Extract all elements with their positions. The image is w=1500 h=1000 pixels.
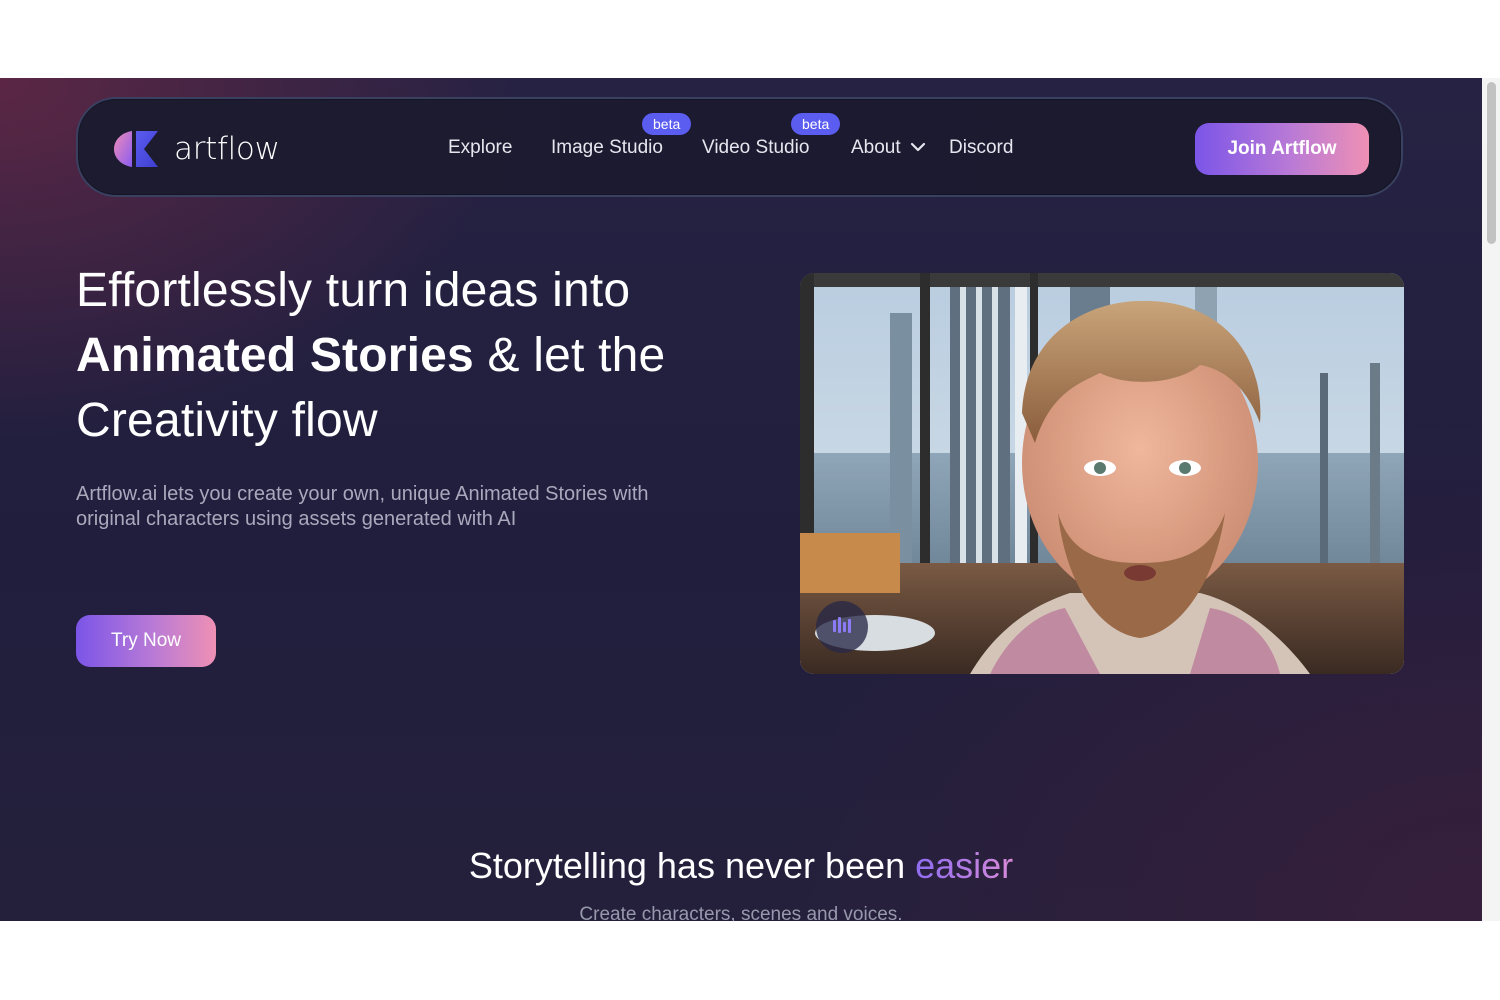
nav-video-studio[interactable]: Video Studio (702, 137, 809, 159)
section-title-prefix: Storytelling has never been (468, 845, 916, 886)
artflow-logo-mark (112, 129, 162, 169)
nav-explore[interactable]: Explore (448, 137, 512, 159)
section-title-accent: easier (915, 845, 1014, 886)
image-studio-beta-badge: beta (642, 113, 692, 135)
video-studio-beta-badge: beta (791, 113, 841, 135)
nav-about-label: About (851, 137, 901, 159)
nav-image-studio[interactable]: Image Studio (551, 137, 663, 159)
try-now-button[interactable]: Try Now (76, 615, 216, 667)
top-navbar: artflow Explore beta Image Studio beta V… (76, 97, 1403, 197)
hero-title-line3: Creativity flow (76, 394, 378, 447)
logo-text: artflow (174, 131, 280, 167)
hero-title-line2: Animated Stories & let the (76, 323, 736, 388)
hero-title-after-bold: & let the (473, 329, 666, 382)
nav-about[interactable]: About (851, 137, 926, 159)
hero-video[interactable] (800, 273, 1404, 674)
join-artflow-button[interactable]: Join Artflow (1195, 123, 1369, 175)
page-viewport: artflow Explore beta Image Studio beta V… (0, 78, 1482, 921)
audio-wave-icon (831, 614, 853, 641)
section-subtitle: Create characters, scenes and voices. (579, 904, 903, 921)
video-frame-illustration (800, 273, 1404, 674)
audio-toggle-button[interactable] (816, 601, 868, 653)
hero-title-bold: Animated Stories (76, 329, 474, 382)
section-title: Storytelling has never been easier (0, 845, 1482, 887)
hero-title-line1: Effortlessly turn ideas into (76, 264, 631, 317)
artflow-logo[interactable]: artflow (112, 129, 280, 169)
chevron-down-icon (910, 137, 926, 159)
hero-title: Effortlessly turn ideas into Animated St… (76, 258, 736, 453)
nav-discord[interactable]: Discord (949, 137, 1013, 159)
hero-description: Artflow.ai lets you create your own, uni… (76, 483, 649, 530)
scrollbar-thumb[interactable] (1487, 82, 1496, 244)
